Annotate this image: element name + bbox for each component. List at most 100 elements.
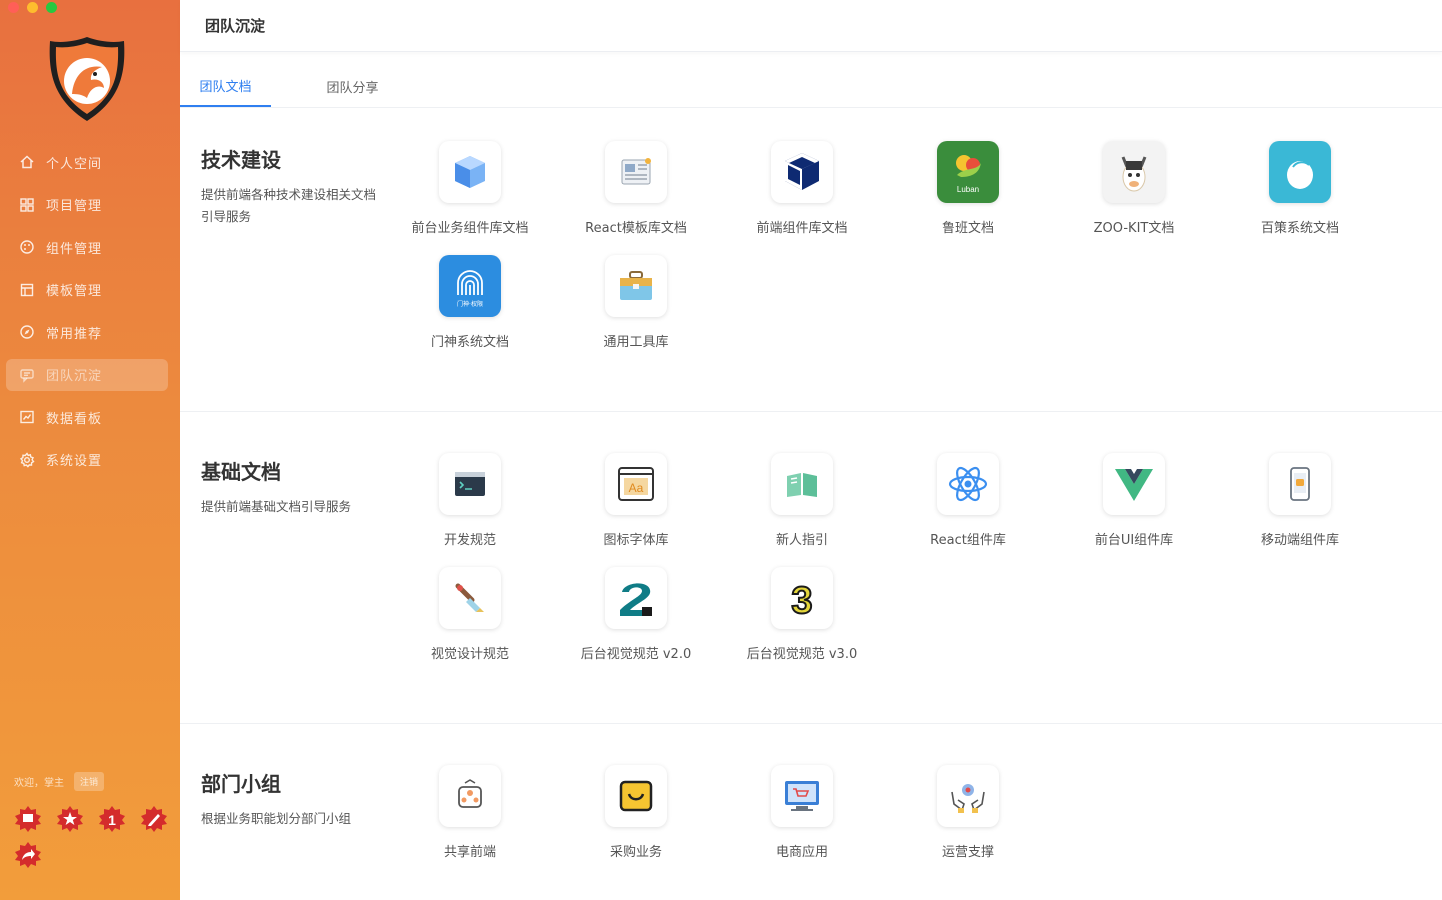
support-hands-icon [937,765,999,827]
badge-number: 1 [108,812,116,828]
ecommerce-icon [771,765,833,827]
doc-card[interactable]: 新人指引 [722,453,882,553]
page-title: 团队沉淀 [205,17,266,35]
card-label: 图标字体库 [603,533,669,548]
card-label: 通用工具库 [603,335,669,350]
card-label: 后台视觉规范 v2.0 [580,647,692,662]
brush-icon [439,567,501,629]
home-icon [18,153,36,171]
sidebar-item-label: 数据看板 [46,411,103,427]
sidebar-item-components[interactable]: 组件管理 [6,231,168,263]
sidebar-item-label: 个人空间 [46,156,103,172]
card-label: 运营支撑 [941,845,994,860]
sidebar-nav: 个人空间 项目管理 组件管理 模板管理 常用推荐 团队沉淀 数据看板 系统设置 [0,146,180,486]
card-label: React组件库 [930,533,1006,548]
fingerprint-icon: 门神·权限 [439,255,501,317]
doc-card[interactable]: 前台UI组件库 [1054,453,1214,553]
card-label: 移动端组件库 [1260,533,1339,548]
doc-card[interactable]: ZOO-KIT文档 [1054,141,1214,241]
doc-card[interactable]: React组件库 [888,453,1048,553]
sidebar-item-projects[interactable]: 项目管理 [6,189,168,221]
phone-icon [1269,453,1331,515]
number-one-badge-icon[interactable]: 1 [98,805,126,833]
team-card[interactable]: 电商应用 [722,765,882,865]
section-description: 提供前端各种技术建设相关文档引导服务 [201,187,377,224]
grid-icon [18,196,36,214]
app-window: 个人空间 项目管理 组件管理 模板管理 常用推荐 团队沉淀 数据看板 系统设置 … [0,0,1442,900]
section-description: 提供前端基础文档引导服务 [201,499,352,514]
sidebar-item-label: 模板管理 [46,284,103,299]
card-label: React模板库文档 [585,221,687,236]
shopping-bag-icon [605,765,667,827]
compass-icon [18,323,36,341]
doc-card[interactable]: 视觉设计规范 [390,567,550,667]
sidebar-item-label: 系统设置 [46,454,103,469]
card-label: 共享前端 [443,845,496,860]
sidebar-item-label: 常用推荐 [46,326,103,342]
chart-icon [18,408,36,426]
sidebar-item-settings[interactable]: 系统设置 [6,444,168,476]
dark-cube-icon [771,141,833,203]
doc-card[interactable]: Aa 图标字体库 [556,453,716,553]
achievement-badges: 1 [14,805,174,869]
tab-team-share[interactable]: 团队分享 [307,65,398,107]
sidebar-item-label: 团队沉淀 [46,369,103,384]
doc-card[interactable]: 开发规范 [390,453,550,553]
tab-team-docs[interactable]: 团队文档 [180,65,271,107]
book-icon [771,453,833,515]
vue-icon [1103,453,1165,515]
doc-card[interactable]: 门神·权限 门神系统文档 [390,255,550,355]
icon-text: Luban [957,185,979,194]
card-label: 开发规范 [443,533,496,548]
share-icon [439,765,501,827]
section-tech-building: 技术建设 提供前端各种技术建设相关文档引导服务 前台业务组件库文档 React模… [180,108,1442,412]
card-label: 前台业务组件库文档 [411,221,529,236]
sidebar-item-recommended[interactable]: 常用推荐 [6,316,168,348]
number-three-icon: 3 [771,567,833,629]
close-window-button[interactable] [8,2,19,13]
team-card[interactable]: 共享前端 [390,765,550,865]
doc-card[interactable]: 前台业务组件库文档 [390,141,550,241]
section-department-groups: 部门小组 根据业务职能划分部门小组 共享前端 采购业务 电商应用 运营支撑 [180,724,1442,900]
font-icon: Aa [605,453,667,515]
sidebar-item-dashboard[interactable]: 数据看板 [6,401,168,433]
minimize-window-button[interactable] [27,2,38,13]
doc-card[interactable]: 通用工具库 [556,255,716,355]
doc-card[interactable]: React模板库文档 [556,141,716,241]
sidebar-item-templates[interactable]: 模板管理 [6,274,168,306]
star-badge-icon[interactable] [56,805,84,833]
card-label: 电商应用 [775,845,828,860]
team-card[interactable]: 采购业务 [556,765,716,865]
card-label: 采购业务 [609,845,662,860]
sidebar: 个人空间 项目管理 组件管理 模板管理 常用推荐 团队沉淀 数据看板 系统设置 … [0,0,180,900]
chat-icon [18,366,36,384]
sidebar-item-personal-space[interactable]: 个人空间 [6,146,168,178]
doc-card[interactable]: 3 后台视觉规范 v3.0 [722,567,882,667]
logout-button[interactable]: 注销 [74,772,105,791]
icon-text: 门神·权限 [457,300,483,308]
icon-text: Aa [629,481,644,495]
flag-badge-icon[interactable] [14,805,42,833]
doc-card[interactable]: 后台视觉规范 v2.0 [556,567,716,667]
doc-card[interactable]: 前端组件库文档 [722,141,882,241]
card-label: 新人指引 [775,533,828,548]
card-label: 视觉设计规范 [430,647,509,662]
doc-card[interactable]: 移动端组件库 [1220,453,1380,553]
newspaper-icon [605,141,667,203]
share-badge-icon[interactable] [14,841,42,869]
doc-card[interactable]: Luban 鲁班文档 [888,141,1048,241]
maximize-window-button[interactable] [46,2,57,13]
code-window-icon [439,453,501,515]
icon-text: 3 [791,580,812,620]
egg-icon [1269,141,1331,203]
sidebar-item-label: 组件管理 [46,241,103,257]
number-two-icon [605,567,667,629]
doc-card[interactable]: 百策系统文档 [1220,141,1380,241]
team-card[interactable]: 运营支撑 [888,765,1048,865]
sidebar-item-team-knowledge[interactable]: 团队沉淀 [6,358,168,391]
section-basic-docs: 基础文档 提供前端基础文档引导服务 开发规范 Aa 图标字体库 新人指引 Rea… [180,412,1442,724]
card-label: 后台视觉规范 v3.0 [746,647,858,662]
pen-badge-icon[interactable] [140,805,168,833]
card-label: 百策系统文档 [1260,221,1339,236]
app-logo-icon [46,34,128,124]
